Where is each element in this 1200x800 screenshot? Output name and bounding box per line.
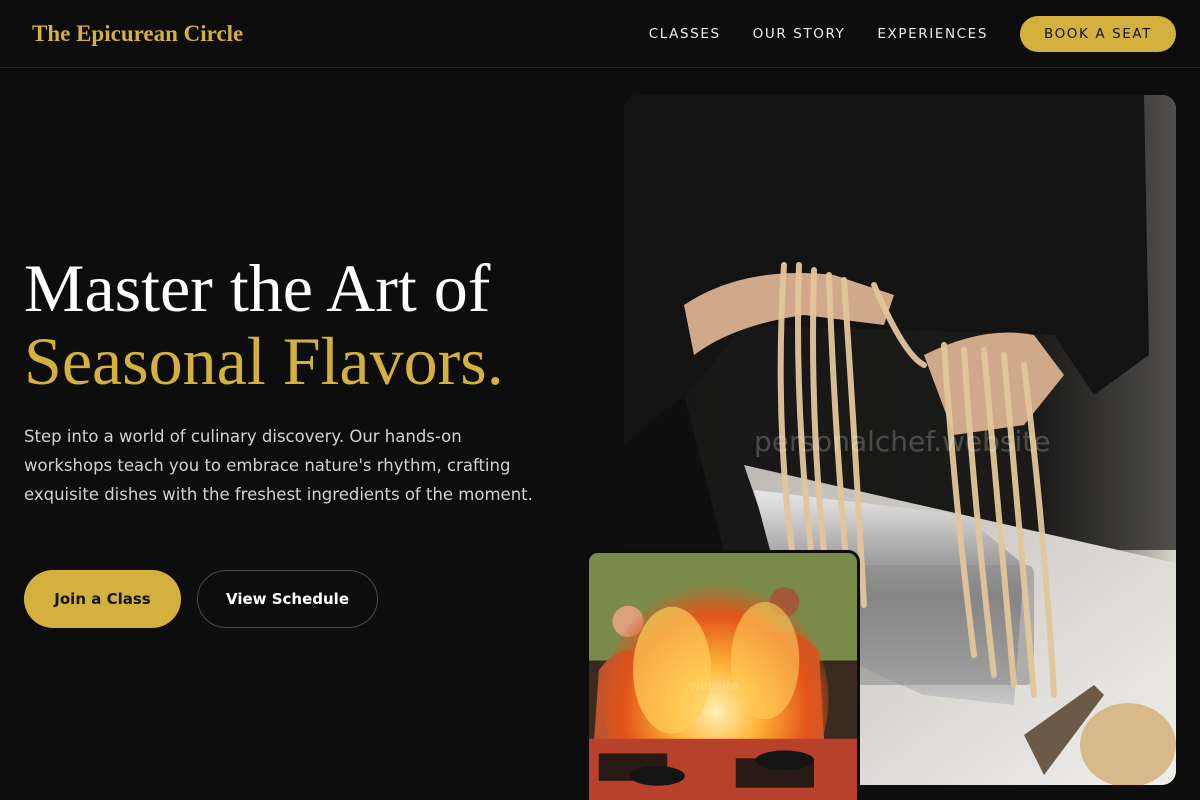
nav-link-our-story[interactable]: OUR STORY [753,26,846,42]
logo[interactable]: The Epicurean Circle [32,21,243,47]
nav-link-classes[interactable]: CLASSES [649,26,721,42]
hero-title-line2: Seasonal Flavors. [24,323,504,399]
small-photo-watermark: website [689,679,740,694]
main-photo-watermark: personalchef.website [754,425,1051,458]
nav-link-experiences[interactable]: EXPERIENCES [877,26,988,42]
main-nav: CLASSES OUR STORY EXPERIENCES [649,26,988,42]
hero-text: Master the Art of Seasonal Flavors. Step… [24,252,584,509]
flambe-class-photo: website [586,550,860,800]
hero-title-line1: Master the Art of [24,250,491,326]
hero-cta-group: Join a Class View Schedule [24,570,378,628]
site-header: The Epicurean Circle CLASSES OUR STORY E… [0,0,1200,68]
view-schedule-button[interactable]: View Schedule [197,570,378,628]
join-a-class-button[interactable]: Join a Class [24,570,181,628]
book-a-seat-button[interactable]: BOOK A SEAT [1020,15,1176,52]
flambe-cooking-illustration [589,553,857,800]
hero-intro: Step into a world of culinary discovery.… [24,427,533,504]
hero-title: Master the Art of Seasonal Flavors. [24,252,584,398]
